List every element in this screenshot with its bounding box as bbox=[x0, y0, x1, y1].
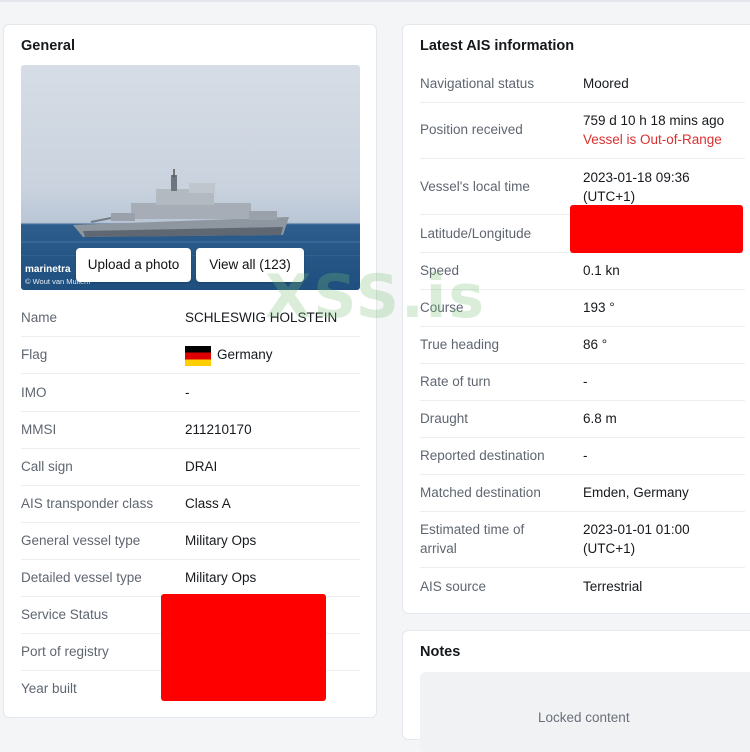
row-value: 193 ° bbox=[583, 300, 615, 315]
row-label: Service Status bbox=[21, 607, 109, 622]
position-received-values: 759 d 10 h 18 mins ago Vessel is Out-of-… bbox=[583, 111, 724, 149]
watermark-overlay: XSS.is bbox=[265, 262, 487, 332]
germany-flag-icon bbox=[185, 346, 211, 366]
row-ais-source: AIS source Terrestrial bbox=[420, 568, 745, 605]
row-label: Estimated time of bbox=[420, 522, 525, 537]
flag-value: Germany bbox=[185, 346, 273, 366]
row-value: - bbox=[583, 448, 588, 463]
row-label: Navigational status bbox=[420, 76, 535, 91]
row-flag: Flag Germany bbox=[21, 336, 360, 374]
vessel-photo[interactable]: marinetra © Wout van Mullem Upload a pho… bbox=[21, 65, 360, 290]
row-ais-class: AIS transponder class Class A bbox=[21, 485, 360, 523]
row-label: Detailed vessel type bbox=[21, 570, 142, 585]
row-eta: Estimated time of arrival 2023-01-01 01:… bbox=[420, 511, 745, 568]
row-value: Emden, Germany bbox=[583, 485, 689, 500]
general-title: General bbox=[21, 38, 75, 54]
row-value: 211210170 bbox=[185, 422, 252, 437]
row-label: Port of registry bbox=[21, 644, 109, 659]
row-value: (UTC+1) bbox=[583, 189, 636, 204]
row-label: General vessel type bbox=[21, 533, 141, 548]
out-of-range-warning[interactable]: Vessel is Out-of-Range bbox=[583, 132, 722, 147]
row-label: AIS transponder class bbox=[21, 496, 154, 511]
row-matched-destination: Matched destination Emden, Germany bbox=[420, 474, 745, 512]
notes-card: Notes Locked content bbox=[402, 630, 750, 752]
row-value: 2023-01-18 09:36 bbox=[583, 170, 690, 185]
row-value: 6.8 m bbox=[583, 411, 617, 426]
row-value: Moored bbox=[583, 76, 629, 91]
row-general-type: General vessel type Military Ops bbox=[21, 522, 360, 560]
row-value: 2023-01-01 01:00 bbox=[583, 522, 690, 537]
row-label: Flag bbox=[21, 347, 48, 362]
row-value: Class A bbox=[185, 496, 231, 511]
row-value: Military Ops bbox=[185, 570, 257, 585]
ais-title: Latest AIS information bbox=[420, 38, 575, 54]
row-value: 759 d 10 h 18 mins ago bbox=[583, 113, 725, 128]
row-value: 86 ° bbox=[583, 337, 608, 352]
redaction-box bbox=[570, 205, 743, 253]
row-value: DRAI bbox=[185, 459, 218, 474]
row-detailed-type: Detailed vessel type Military Ops bbox=[21, 559, 360, 597]
notes-title: Notes bbox=[420, 644, 461, 660]
row-label: Call sign bbox=[21, 459, 73, 474]
row-label: True heading bbox=[420, 337, 500, 352]
row-label: Latitude/Longitude bbox=[420, 226, 532, 241]
eta-label: Estimated time of arrival bbox=[420, 520, 524, 558]
row-label: MMSI bbox=[21, 422, 57, 437]
row-nav-status: Navigational status Moored bbox=[420, 65, 745, 103]
row-value: - bbox=[185, 385, 190, 400]
locked-content-panel[interactable]: Locked content bbox=[420, 672, 750, 752]
row-position-received: Position received 759 d 10 h 18 mins ago… bbox=[420, 102, 745, 159]
row-label: Reported destination bbox=[420, 448, 545, 463]
row-call-sign: Call sign DRAI bbox=[21, 448, 360, 486]
top-divider bbox=[0, 0, 750, 2]
locked-content-text: Locked content bbox=[538, 710, 630, 725]
redaction-box bbox=[161, 594, 326, 701]
general-card: General marinetra © Wout van Mullem Uplo… bbox=[3, 24, 377, 718]
row-label: Name bbox=[21, 310, 58, 325]
row-value: Military Ops bbox=[185, 533, 257, 548]
row-label: Year built bbox=[21, 681, 77, 696]
row-rate-of-turn: Rate of turn - bbox=[420, 363, 745, 401]
upload-photo-button[interactable]: Upload a photo bbox=[76, 248, 191, 282]
eta-values: 2023-01-01 01:00 (UTC+1) bbox=[583, 520, 690, 558]
row-imo: IMO - bbox=[21, 374, 360, 412]
row-label: arrival bbox=[420, 541, 457, 556]
row-mmsi: MMSI 211210170 bbox=[21, 411, 360, 449]
row-value: - bbox=[583, 374, 588, 389]
row-reported-destination: Reported destination - bbox=[420, 437, 745, 475]
row-label: IMO bbox=[21, 385, 47, 400]
row-value: Germany bbox=[217, 347, 273, 362]
row-label: Rate of turn bbox=[420, 374, 491, 389]
row-draught: Draught 6.8 m bbox=[420, 400, 745, 438]
row-label: Draught bbox=[420, 411, 469, 426]
row-value: 0.1 kn bbox=[583, 263, 620, 278]
row-label: AIS source bbox=[420, 579, 487, 594]
row-value: Terrestrial bbox=[583, 579, 643, 594]
row-label: Matched destination bbox=[420, 485, 541, 500]
row-label: Position received bbox=[420, 122, 523, 137]
row-label: Vessel's local time bbox=[420, 179, 530, 194]
photo-brand: marinetra bbox=[25, 264, 71, 275]
row-value: (UTC+1) bbox=[583, 541, 636, 556]
local-time-values: 2023-01-18 09:36 (UTC+1) bbox=[583, 168, 690, 206]
